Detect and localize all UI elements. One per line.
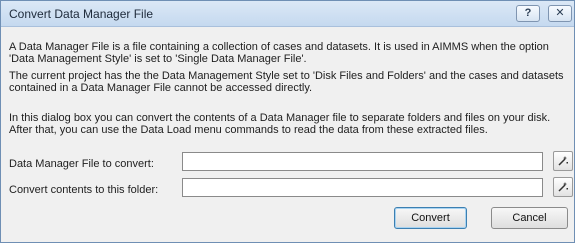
cancel-button[interactable]: Cancel: [491, 207, 568, 229]
file-to-convert-label: Data Manager File to convert:: [9, 158, 154, 170]
description-paragraph-1: A Data Manager File is a file containing…: [9, 41, 549, 65]
browse-folder-button[interactable]: [553, 177, 573, 197]
convert-button[interactable]: Convert: [394, 207, 467, 229]
browse-file-button[interactable]: [553, 151, 573, 171]
target-folder-label: Convert contents to this folder:: [9, 184, 159, 196]
convert-dialog: Convert Data Manager File ? ✕ A Data Man…: [0, 0, 575, 243]
wand-icon: [558, 182, 568, 192]
help-button[interactable]: ?: [516, 5, 540, 22]
title-bar: Convert Data Manager File ? ✕: [1, 1, 574, 27]
dialog-body: A Data Manager File is a file containing…: [2, 27, 573, 241]
description-paragraph-2: The current project has the the Data Man…: [9, 70, 564, 94]
target-folder-input[interactable]: [182, 178, 543, 197]
file-to-convert-input[interactable]: [182, 152, 543, 171]
description-paragraph-3: In this dialog box you can convert the c…: [9, 112, 551, 136]
close-button[interactable]: ✕: [548, 5, 572, 22]
wand-icon: [558, 156, 568, 166]
window-title: Convert Data Manager File: [9, 7, 154, 21]
